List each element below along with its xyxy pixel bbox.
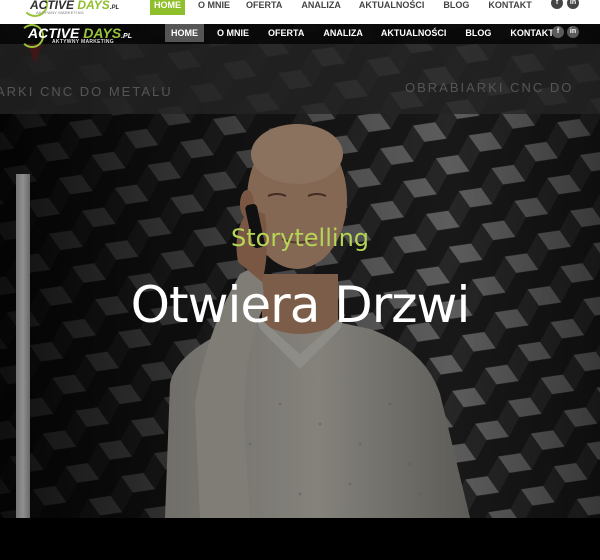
facebook-icon[interactable]: f xyxy=(551,0,563,9)
nav-menu: HOME O MNIE OFERTA ANALIZA AKTUALNOŚCI B… xyxy=(165,24,554,44)
top-social-links: f in xyxy=(551,0,579,9)
nav-blog[interactable]: BLOG xyxy=(465,24,491,44)
bottom-black-strip xyxy=(0,518,600,560)
top-nav-home[interactable]: HOME xyxy=(150,0,185,15)
top-nav-oferta[interactable]: OFERTA xyxy=(246,0,282,16)
nav-kontakt[interactable]: KONTAKT xyxy=(510,24,553,44)
nav-aktualnosci[interactable]: AKTUALNOŚCI xyxy=(381,24,447,44)
hero-section: ARKI CNC DO METALU OBRABIARKI CNC DO ACT… xyxy=(0,24,600,518)
top-nav-o-mnie[interactable]: O MNIE xyxy=(198,0,230,16)
top-logo[interactable]: ACTIVE DAYS.PL AKTYWNY MARKETING xyxy=(22,0,119,21)
nav-analiza[interactable]: ANALIZA xyxy=(323,24,363,44)
logo-tagline: AKTYWNY MARKETING xyxy=(52,39,114,45)
nav-o-mnie[interactable]: O MNIE xyxy=(217,24,249,44)
linkedin-icon[interactable]: in xyxy=(567,0,579,9)
top-nav-kontakt[interactable]: KONTAKT xyxy=(488,0,531,16)
top-nav-blog[interactable]: BLOG xyxy=(443,0,469,16)
hero-title: Otwiera Drzwi xyxy=(130,276,471,334)
top-header: ACTIVE DAYS.PL AKTYWNY MARKETING HOME O … xyxy=(0,0,600,24)
top-nav-menu: HOME O MNIE OFERTA ANALIZA AKTUALNOŚCI B… xyxy=(150,0,532,16)
hero-subtitle: Storytelling xyxy=(230,224,370,252)
hero-dark-overlay xyxy=(0,24,600,518)
facebook-icon[interactable]: f xyxy=(552,26,564,38)
logo[interactable]: ACTIVE DAYS.PL AKTYWNY MARKETING xyxy=(20,24,140,48)
linkedin-icon[interactable]: in xyxy=(567,26,579,38)
nav-oferta[interactable]: OFERTA xyxy=(268,24,304,44)
top-logo-tagline: AKTYWNY MARKETING xyxy=(36,10,84,15)
top-nav-aktualnosci[interactable]: AKTUALNOŚCI xyxy=(359,0,425,16)
top-nav-analiza[interactable]: ANALIZA xyxy=(301,0,341,16)
main-navbar: ACTIVE DAYS.PL AKTYWNY MARKETING HOME O … xyxy=(0,24,600,48)
nav-home[interactable]: HOME xyxy=(165,24,204,42)
social-links: f in xyxy=(552,26,579,38)
